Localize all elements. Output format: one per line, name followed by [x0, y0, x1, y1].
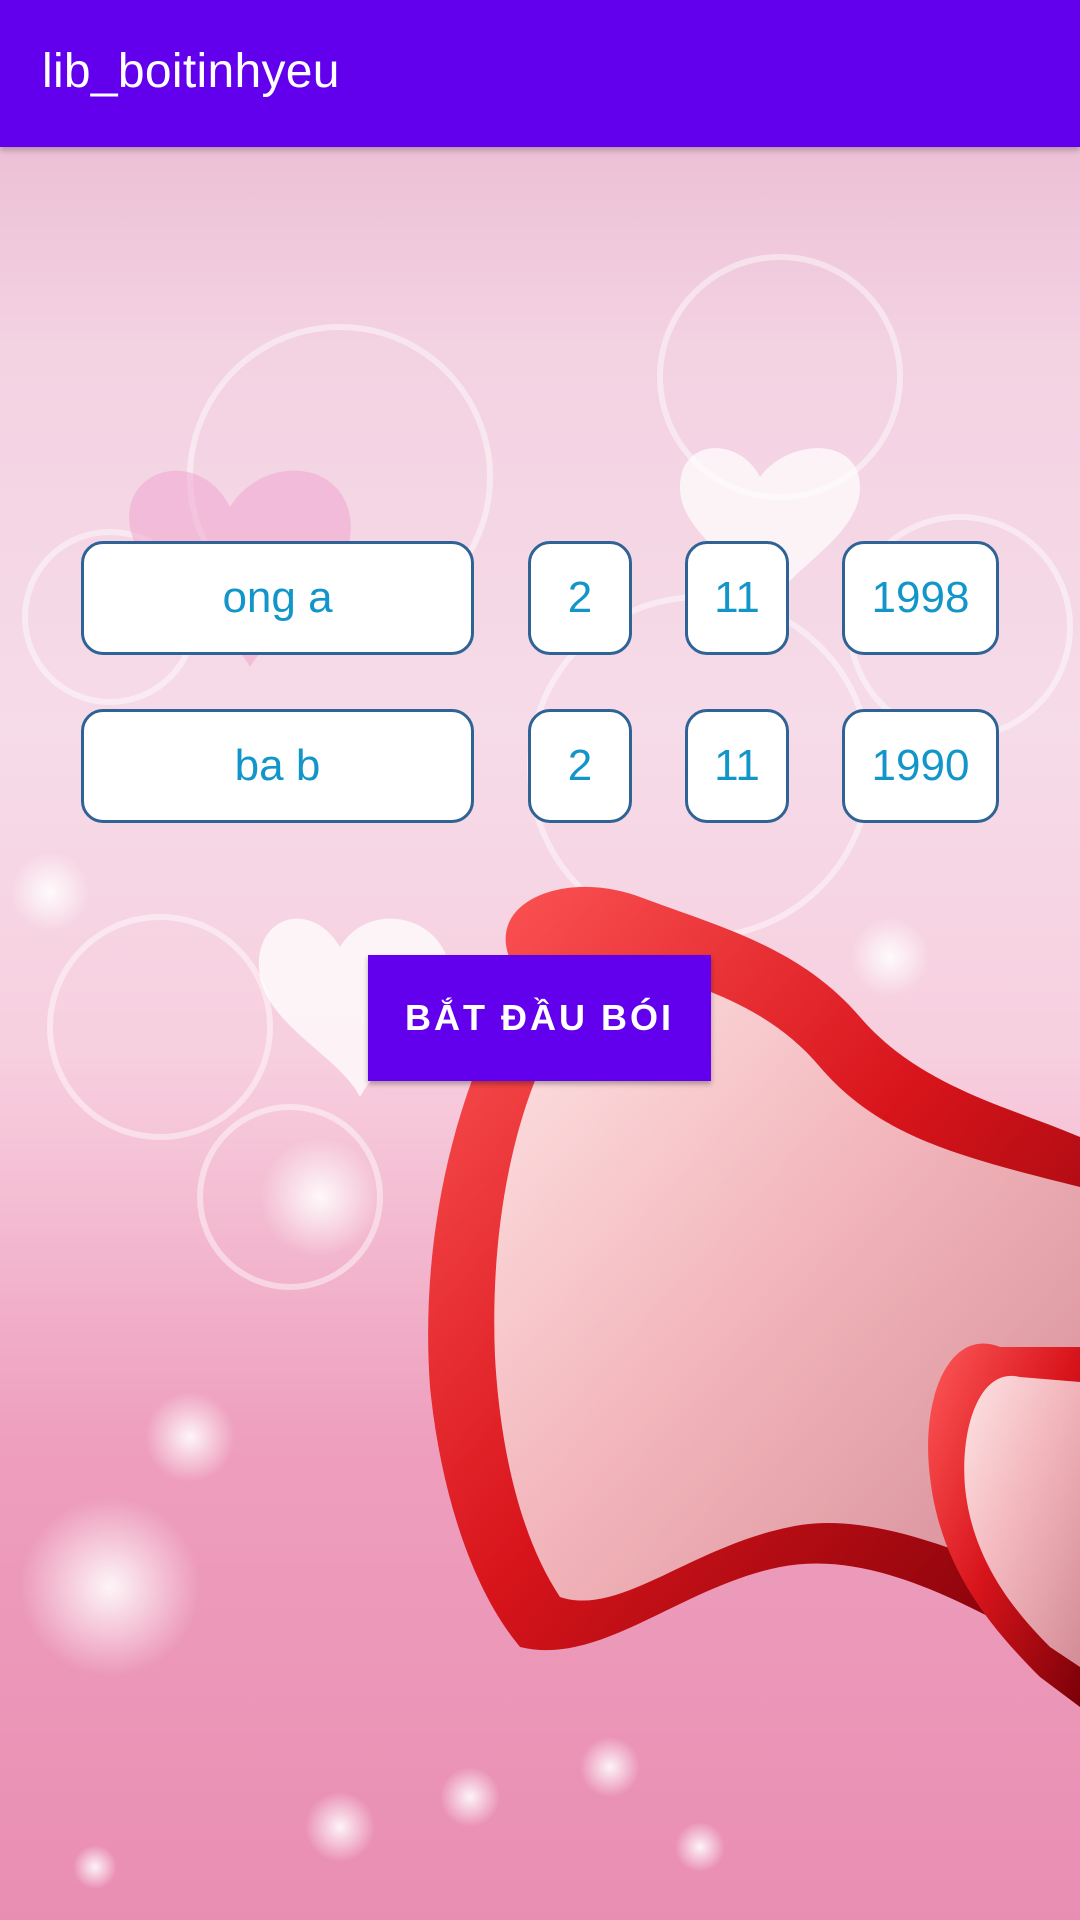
person2-month-input[interactable]: 11	[685, 709, 789, 823]
app-bar: lib_boitinhyeu	[0, 0, 1080, 147]
app-screen: lib_boitinhyeu ong a 2 11 1998 ba b 2 11…	[0, 0, 1080, 1920]
person1-year-input[interactable]: 1998	[842, 541, 999, 655]
person1-month-value: 11	[714, 573, 760, 622]
person2-name-input[interactable]: ba b	[81, 709, 474, 823]
person2-year-value: 1990	[871, 741, 970, 790]
person2-day-value: 2	[567, 741, 593, 790]
person1-name-value: ong a	[222, 573, 333, 622]
person1-year-value: 1998	[871, 573, 970, 622]
person2-name-value: ba b	[234, 741, 321, 790]
start-fortune-button[interactable]: BẮT ĐẦU BÓI	[368, 955, 711, 1081]
person1-day-input[interactable]: 2	[528, 541, 632, 655]
person1-name-input[interactable]: ong a	[81, 541, 474, 655]
person2-month-value: 11	[714, 741, 760, 790]
person2-year-input[interactable]: 1990	[842, 709, 999, 823]
app-title: lib_boitinhyeu	[42, 45, 340, 98]
person1-month-input[interactable]: 11	[685, 541, 789, 655]
person1-day-value: 2	[567, 573, 593, 622]
person2-day-input[interactable]: 2	[528, 709, 632, 823]
